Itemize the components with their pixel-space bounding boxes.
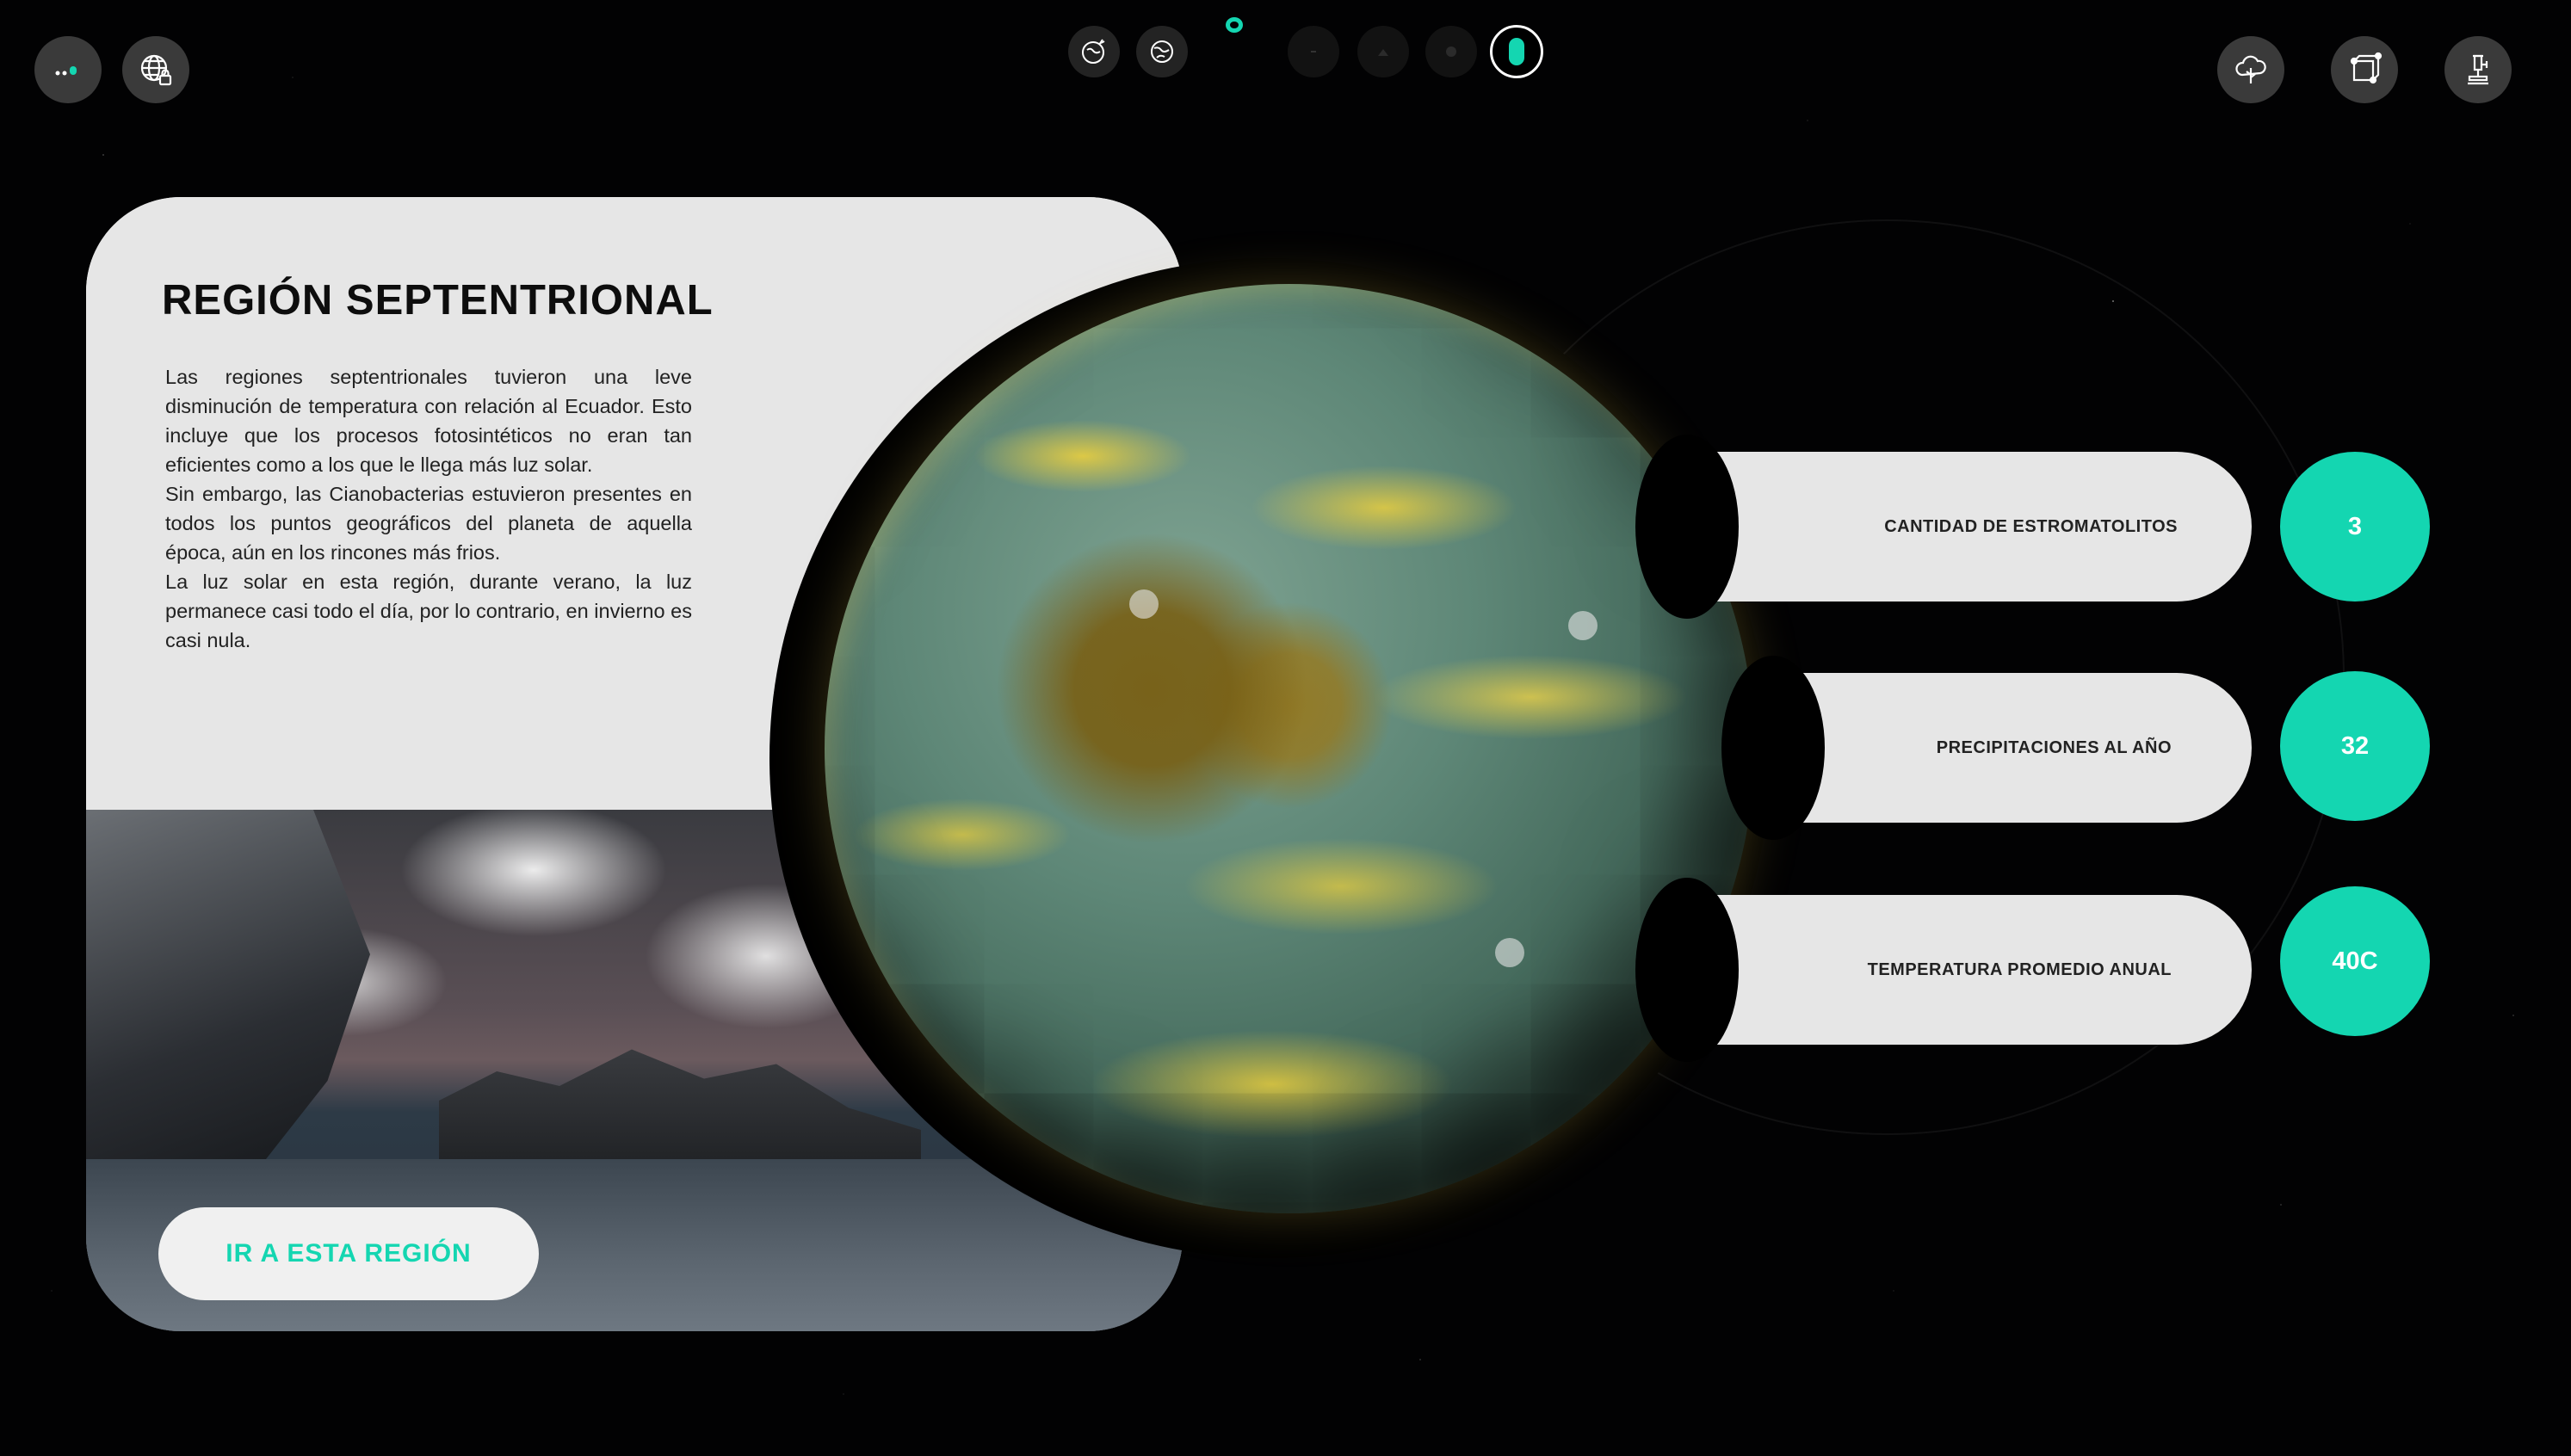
- cliff-shape: [86, 810, 370, 1171]
- stat-stromatolites: CANTIDAD DE ESTROMATOLITOS: [1635, 435, 2252, 619]
- earth-globe-icon[interactable]: [1136, 26, 1188, 77]
- signal-dots-icon[interactable]: [34, 36, 102, 103]
- description-paragraph: Las regiones septentrionales tuvieron un…: [165, 366, 692, 476]
- earth-plant-icon[interactable]: [1068, 26, 1120, 77]
- pill-notch: [1635, 878, 1739, 1062]
- planet-rim: [825, 284, 1754, 1213]
- region-title: REGIÓN SEPTENTRIONAL: [162, 277, 714, 324]
- stat-value: 32: [2280, 671, 2430, 821]
- stat-value: 40C: [2280, 886, 2430, 1036]
- active-step-icon[interactable]: [1490, 25, 1543, 78]
- planet-marker[interactable]: [1495, 938, 1524, 967]
- step-triangle-icon[interactable]: [1357, 26, 1409, 77]
- description-paragraph: Sin embargo, las Cianobacterias estuvier…: [165, 483, 692, 564]
- globe-lock-icon[interactable]: [122, 36, 189, 103]
- stat-precipitation: PRECIPITACIONES AL AÑO: [1721, 656, 2252, 840]
- step-dot-icon[interactable]: [1288, 26, 1339, 77]
- pill-notch: [1635, 435, 1739, 619]
- planet-marker[interactable]: [1129, 589, 1159, 619]
- description-paragraph: La luz solar en esta región, durante ver…: [165, 571, 692, 651]
- cube-network-icon[interactable]: [2331, 36, 2398, 103]
- planet-marker[interactable]: [1568, 611, 1598, 640]
- microscope-icon[interactable]: [2444, 36, 2512, 103]
- region-description: Las regiones septentrionales tuvieron un…: [165, 362, 692, 655]
- step-circle-icon[interactable]: [1425, 26, 1477, 77]
- stat-label: CANTIDAD DE ESTROMATOLITOS: [1884, 516, 2178, 536]
- stat-temperature: TEMPERATURA PROMEDIO ANUAL: [1635, 878, 2252, 1062]
- pill-notch: [1721, 656, 1825, 840]
- go-to-region-button[interactable]: IR A ESTA REGIÓN: [158, 1207, 539, 1300]
- cloud-tree-icon[interactable]: [2217, 36, 2284, 103]
- stat-label: PRECIPITACIONES AL AÑO: [1936, 737, 2172, 757]
- stat-label: TEMPERATURA PROMEDIO ANUAL: [1867, 959, 2172, 979]
- stat-value: 3: [2280, 452, 2430, 602]
- progress-indicator-icon: [1226, 17, 1243, 33]
